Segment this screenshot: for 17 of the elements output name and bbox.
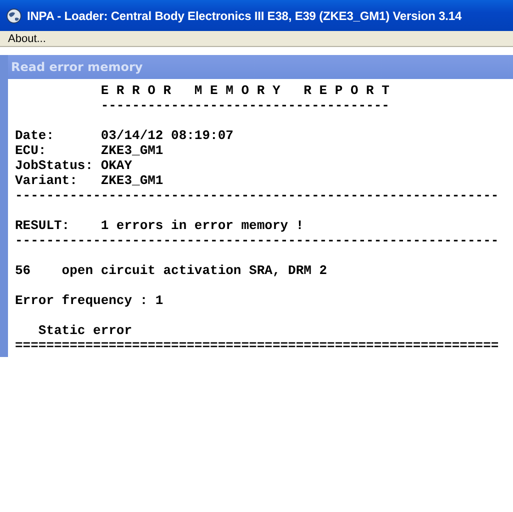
- window-title: INPA - Loader: Central Body Electronics III E38, E39 (ZKE3_GM1) Version 3.14: [27, 8, 462, 22]
- report-line: Variant: ZKE3_GM1: [15, 173, 164, 188]
- report-line: Error frequency : 1: [15, 293, 164, 308]
- report-line: E R R O R M E M O R Y R E P O R T: [100, 83, 390, 98]
- report-line: RESULT: 1 errors in error memory !: [15, 218, 304, 233]
- report-line: --------------------------------------------------------------: [15, 188, 499, 203]
- report-line: --------------------------------------------------------------: [15, 233, 499, 248]
- report-line: 56 open circuit activation SRA, DRM 2: [15, 263, 328, 278]
- menu-item[interactable]: About...: [8, 32, 46, 44]
- report-line: JobStatus: OKAY: [15, 158, 132, 173]
- report-line: ==============================================================: [15, 338, 499, 353]
- child-window-title: Read error memory: [11, 60, 143, 74]
- globe-icon: [6, 8, 22, 24]
- report-line: Date: 03/14/12 08:19:07: [15, 128, 234, 143]
- report-line: ECU: ZKE3_GM1: [15, 143, 164, 158]
- report-line: -------------------------------------: [100, 98, 390, 113]
- report-line: Static error: [37, 323, 132, 338]
